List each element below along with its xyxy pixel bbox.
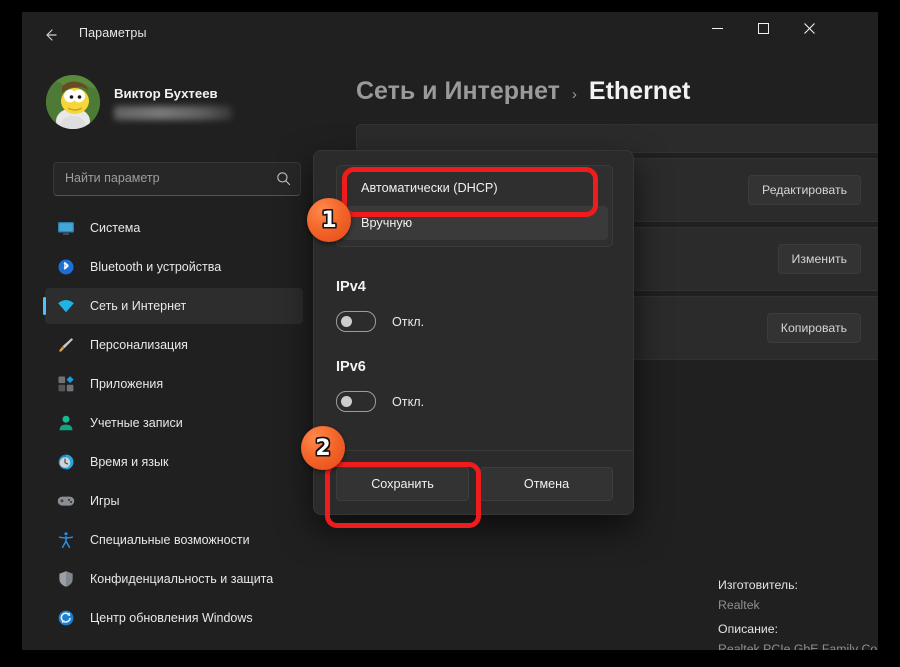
gamepad-icon xyxy=(57,492,75,510)
sidebar-item-privacy[interactable]: Конфиденциальность и защита xyxy=(45,561,303,597)
sidebar-item-label: Приложения xyxy=(90,377,164,391)
annotation-badge-1: 1 xyxy=(307,198,351,242)
sidebar-item-personalization[interactable]: Персонализация xyxy=(45,327,303,363)
sidebar-item-bluetooth[interactable]: Bluetooth и устройства xyxy=(45,249,303,285)
close-icon[interactable] xyxy=(786,12,832,45)
maximize-icon[interactable] xyxy=(740,12,786,45)
ipv4-toggle-label: Откл. xyxy=(392,314,425,329)
change-button[interactable]: Изменить xyxy=(777,244,861,274)
minimize-icon[interactable] xyxy=(694,12,740,45)
clock-icon xyxy=(57,453,75,471)
sidebar-item-windows-update[interactable]: Центр обновления Windows xyxy=(45,600,303,636)
sidebar-item-label: Центр обновления Windows xyxy=(90,611,253,625)
breadcrumb: Сеть и Интернет › Ethernet xyxy=(356,77,690,106)
settings-window: Параметры Виктор Бухтеев Найти параметр … xyxy=(22,12,878,650)
sidebar-item-accessibility[interactable]: Специальные возможности xyxy=(45,522,303,558)
user-profile[interactable]: Виктор Бухтеев xyxy=(46,73,296,133)
description-label: Описание: xyxy=(718,622,778,636)
ipv6-toggle[interactable] xyxy=(336,391,376,412)
ipv6-heading: IPv6 xyxy=(336,359,366,375)
sidebar-item-label: Конфиденциальность и защита xyxy=(90,572,274,586)
screen-root: Параметры Виктор Бухтеев Найти параметр … xyxy=(0,0,900,667)
description-value: Realtek PCIe GbE Family Controller xyxy=(718,642,878,650)
ipv6-toggle-label: Откл. xyxy=(392,394,425,409)
ipv6-toggle-row: Откл. xyxy=(336,391,424,412)
window-titlebar: Параметры xyxy=(22,12,878,57)
paintbrush-icon xyxy=(57,336,75,354)
profile-email-redacted xyxy=(114,106,232,120)
dialog-actions: Сохранить Отмена xyxy=(336,467,613,501)
ipv4-toggle-row: Откл. xyxy=(336,311,424,332)
sidebar-item-label: Персонализация xyxy=(90,338,188,352)
manufacturer-label: Изготовитель: xyxy=(718,578,798,592)
search-input[interactable]: Найти параметр xyxy=(53,162,301,196)
ip-assignment-dropdown[interactable]: Автоматически (DHCP) Вручную xyxy=(336,165,613,247)
driver-details: Изготовитель: Realtek Описание: Realtek … xyxy=(718,577,878,650)
sidebar-item-label: Игры xyxy=(90,494,120,508)
window-title: Параметры xyxy=(79,26,147,40)
chevron-right-icon: › xyxy=(571,86,577,103)
save-button[interactable]: Сохранить xyxy=(336,467,469,501)
copy-button[interactable]: Копировать xyxy=(766,313,861,343)
ipv4-toggle[interactable] xyxy=(336,311,376,332)
shield-icon xyxy=(57,570,75,588)
edit-button[interactable]: Редактировать xyxy=(748,175,861,205)
apps-icon xyxy=(57,375,75,393)
monitor-icon xyxy=(57,219,75,237)
toggle-knob xyxy=(341,396,352,407)
sidebar-item-label: Система xyxy=(90,221,141,235)
avatar xyxy=(46,75,100,129)
accessibility-icon xyxy=(57,531,75,549)
sidebar-item-label: Специальные возможности xyxy=(90,533,250,547)
cancel-button[interactable]: Отмена xyxy=(480,467,613,501)
toggle-knob xyxy=(341,316,352,327)
manufacturer-value: Realtek xyxy=(718,598,760,612)
back-arrow-icon[interactable] xyxy=(35,21,65,49)
bluetooth-icon xyxy=(57,258,75,276)
sidebar-item-network[interactable]: Сеть и Интернет xyxy=(43,288,303,324)
search-icon xyxy=(276,171,291,191)
annotation-badge-2: 2 xyxy=(301,426,345,470)
dropdown-option-dhcp[interactable]: Автоматически (DHCP) xyxy=(341,171,608,205)
person-icon xyxy=(57,414,75,432)
sidebar-item-accounts[interactable]: Учетные записи xyxy=(45,405,303,441)
sidebar-item-time-language[interactable]: Время и язык xyxy=(45,444,303,480)
update-icon xyxy=(57,609,75,627)
sidebar-item-label: Сеть и Интернет xyxy=(90,299,187,313)
ipv4-heading: IPv4 xyxy=(336,279,366,295)
sidebar-item-label: Время и язык xyxy=(90,455,169,469)
sidebar: Виктор Бухтеев Найти параметр Система Bl… xyxy=(22,57,320,650)
profile-name: Виктор Бухтеев xyxy=(114,86,218,101)
sidebar-item-gaming[interactable]: Игры xyxy=(45,483,303,519)
sidebar-item-label: Учетные записи xyxy=(90,416,183,430)
search-placeholder: Найти параметр xyxy=(65,171,160,185)
page-title: Ethernet xyxy=(588,77,691,105)
settings-card-header xyxy=(356,124,878,153)
sidebar-nav: Система Bluetooth и устройства Сеть и Ин… xyxy=(43,210,303,639)
sidebar-item-system[interactable]: Система xyxy=(45,210,303,246)
sidebar-item-label: Bluetooth и устройства xyxy=(90,260,222,274)
dropdown-option-manual[interactable]: Вручную xyxy=(341,206,608,240)
breadcrumb-parent[interactable]: Сеть и Интернет xyxy=(356,77,560,106)
sidebar-item-apps[interactable]: Приложения xyxy=(45,366,303,402)
dialog-divider xyxy=(314,450,633,451)
wifi-icon xyxy=(57,297,75,315)
edit-ip-dialog: Автоматически (DHCP) Вручную IPv4 Откл. … xyxy=(313,150,634,515)
